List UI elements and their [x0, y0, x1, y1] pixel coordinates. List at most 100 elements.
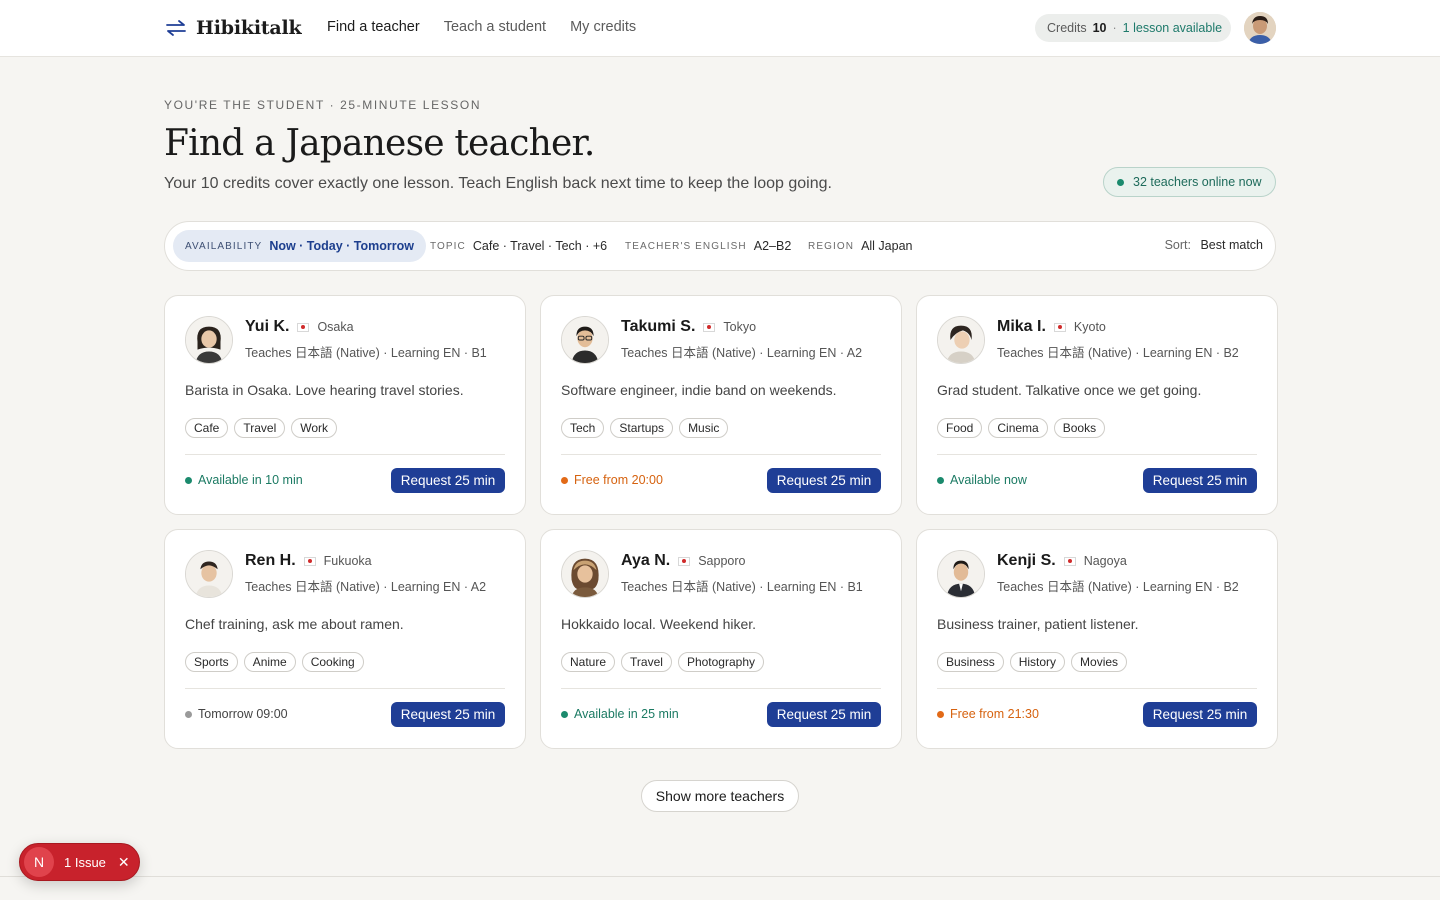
teacher-city: Tokyo: [723, 320, 757, 334]
credits-note: 1 lesson available: [1122, 21, 1223, 35]
japan-flag-icon: [678, 556, 691, 566]
teacher-portrait-icon: [186, 317, 232, 363]
teacher-name-row: Aya N. Sapporo: [621, 552, 745, 570]
online-status-icon: [1117, 178, 1124, 186]
teacher-bio: Software engineer, indie band on weekend…: [561, 382, 837, 398]
brand-logo[interactable]: Hibikitalk: [164, 15, 302, 41]
teacher-avatar: [561, 550, 609, 598]
nav-find-teacher[interactable]: Find a teacher: [327, 19, 420, 35]
request-lesson-button[interactable]: Request 25 min: [767, 702, 881, 727]
issue-indicator[interactable]: N 1 Issue ✕: [19, 843, 140, 881]
card-divider: [185, 688, 505, 689]
card-divider: [937, 688, 1257, 689]
filter-region-value: All Japan: [861, 239, 913, 253]
swap-arrows-icon: [166, 20, 186, 36]
teacher-avatar: [937, 550, 985, 598]
japan-flag-icon: [297, 322, 310, 332]
teacher-bio: Barista in Osaka. Love hearing travel st…: [185, 382, 464, 398]
request-lesson-button[interactable]: Request 25 min: [391, 468, 505, 493]
teacher-portrait-icon: [186, 551, 232, 597]
filter-region-key: Region: [808, 240, 855, 252]
sort-value: Best match: [1200, 238, 1263, 252]
request-lesson-button[interactable]: Request 25 min: [767, 468, 881, 493]
issue-initial-icon: N: [24, 847, 54, 877]
japan-flag-icon: [703, 322, 716, 332]
teacher-portrait-icon: [562, 551, 608, 597]
topic-tag: Business: [937, 652, 1004, 672]
teacher-bio: Hokkaido local. Weekend hiker.: [561, 616, 757, 632]
teacher-card: Yui K. Osaka Teaches 日本語 (Native) · Lear…: [164, 295, 526, 515]
teacher-name-row: Mika I. Kyoto: [997, 318, 1106, 336]
teacher-card: Kenji S. Nagoya Teaches 日本語 (Native) · L…: [916, 529, 1278, 749]
topic-tag: Sports: [185, 652, 238, 672]
availability-text: Free from 21:30: [950, 707, 1039, 721]
filter-teacher-english[interactable]: Teacher's English A2–B2: [625, 230, 791, 262]
topic-tag: Tech: [561, 418, 605, 438]
close-icon[interactable]: ✕: [118, 854, 130, 871]
credits-badge[interactable]: Credits 10 · 1 lesson available: [1035, 14, 1231, 42]
teacher-card: Mika I. Kyoto Teaches 日本語 (Native) · Lea…: [916, 295, 1278, 515]
nav-teach-student[interactable]: Teach a student: [444, 19, 546, 35]
user-avatar[interactable]: [1244, 12, 1276, 44]
teachers-online-badge: 32 teachers online now: [1103, 167, 1276, 197]
teacher-avatar: [937, 316, 985, 364]
teacher-city: Fukuoka: [323, 554, 372, 568]
topic-tag: Photography: [677, 652, 764, 672]
issue-count: 1 Issue: [64, 854, 106, 870]
teacher-name: Takumi S.: [621, 318, 696, 335]
teacher-name-row: Ren H. Fukuoka: [245, 552, 372, 570]
nav-my-credits[interactable]: My credits: [570, 19, 636, 35]
filter-region[interactable]: Region All Japan: [808, 230, 913, 262]
topic-tag: Food: [937, 418, 983, 438]
filter-availability-key: Availability: [185, 240, 263, 252]
teacher-tags: Sports Anime Cooking: [185, 652, 364, 672]
teacher-availability: Free from 20:00: [561, 468, 663, 492]
teacher-portrait-icon: [938, 551, 984, 597]
page-title: Find a Japanese teacher.: [164, 123, 595, 164]
filter-topic[interactable]: Topic Cafe · Travel · Tech · +6: [430, 230, 607, 262]
request-lesson-button[interactable]: Request 25 min: [391, 702, 505, 727]
teacher-languages: Teaches 日本語 (Native) · Learning EN · B1: [621, 580, 863, 594]
teacher-languages: Teaches 日本語 (Native) · Learning EN · B1: [245, 346, 487, 360]
topic-tag: Work: [291, 418, 338, 438]
topic-tag: Movies: [1071, 652, 1128, 672]
topic-tag: Startups: [610, 418, 674, 438]
teacher-portrait-icon: [562, 317, 608, 363]
teacher-name-row: Yui K. Osaka: [245, 318, 354, 336]
card-divider: [561, 688, 881, 689]
teacher-availability: Tomorrow 09:00: [185, 702, 288, 726]
sort-label: Sort:: [1164, 238, 1191, 252]
brand-name: Hibikitalk: [196, 17, 302, 39]
request-lesson-button[interactable]: Request 25 min: [1143, 468, 1257, 493]
topic-tag: Travel: [621, 652, 672, 672]
teacher-avatar: [185, 550, 233, 598]
request-lesson-button[interactable]: Request 25 min: [1143, 702, 1257, 727]
teacher-languages: Teaches 日本語 (Native) · Learning EN · B2: [997, 580, 1239, 594]
filter-topic-value: Cafe · Travel · Tech · +6: [472, 239, 608, 253]
teacher-portrait-icon: [938, 317, 984, 363]
teacher-city: Kyoto: [1073, 320, 1106, 334]
show-more-teachers-button[interactable]: Show more teachers: [641, 780, 799, 812]
japan-flag-icon: [303, 556, 316, 566]
teacher-tags: Cafe Travel Work: [185, 418, 338, 438]
teacher-tags: Food Cinema Books: [937, 418, 1106, 438]
teacher-tags: Nature Travel Photography: [561, 652, 764, 672]
teacher-card: Ren H. Fukuoka Teaches 日本語 (Native) · Le…: [164, 529, 526, 749]
topic-tag: Music: [679, 418, 729, 438]
teacher-avatar: [561, 316, 609, 364]
sort-select[interactable]: Sort: Best match: [1165, 238, 1263, 252]
user-avatar-icon: [1244, 12, 1276, 44]
filter-availability[interactable]: Availability Now · Today · Tomorrow: [173, 230, 426, 262]
teacher-name: Aya N.: [621, 552, 671, 569]
teacher-availability: Available in 25 min: [561, 702, 679, 726]
teachers-online-text: 32 teachers online now: [1133, 175, 1262, 189]
teacher-availability: Available now: [937, 468, 1027, 492]
credits-separator: ·: [1112, 21, 1117, 35]
teacher-languages: Teaches 日本語 (Native) · Learning EN · B2: [997, 346, 1239, 360]
teacher-name-row: Takumi S. Tokyo: [621, 318, 756, 336]
teacher-availability: Available in 10 min: [185, 468, 303, 492]
teacher-languages: Teaches 日本語 (Native) · Learning EN · A2: [621, 346, 863, 360]
japan-flag-icon: [1063, 556, 1076, 566]
topic-tag: Cooking: [301, 652, 364, 672]
topic-tag: Books: [1053, 418, 1106, 438]
